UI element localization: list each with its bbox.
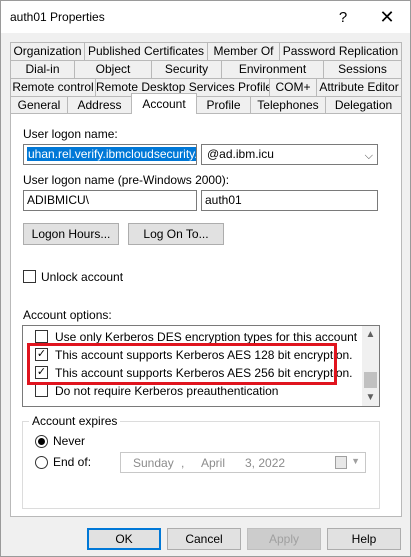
date-weekday: Sunday [133, 456, 174, 470]
option-des-checkbox[interactable] [35, 330, 48, 343]
pre2000-user-input[interactable]: auth01 [201, 190, 378, 211]
logon-name-value: uhan.rel.verify.ibmcloudsecurity.com [27, 147, 196, 161]
tab-security[interactable]: Security [151, 60, 222, 78]
unlock-account-checkbox[interactable] [23, 270, 36, 283]
chevron-down-icon[interactable]: ▼ [351, 456, 360, 466]
tab-sessions[interactable]: Sessions [323, 60, 402, 78]
pre2000-domain-input[interactable]: ADIBMICU\ [23, 190, 197, 211]
tab-attribute-editor[interactable]: Attribute Editor [316, 78, 402, 96]
ok-button[interactable]: OK [87, 528, 161, 550]
tab-member-of[interactable]: Member Of [207, 42, 280, 60]
option-aes256-label: This account supports Kerberos AES 256 b… [55, 366, 353, 380]
tab-com-plus[interactable]: COM+ [269, 78, 317, 96]
never-label: Never [53, 434, 86, 448]
tab-profile[interactable]: Profile [196, 96, 251, 114]
close-icon[interactable]: ✕ [365, 1, 409, 33]
tab-password-replication[interactable]: Password Replication [279, 42, 402, 60]
tab-telephones[interactable]: Telephones [250, 96, 326, 114]
end-of-label: End of: [53, 455, 92, 469]
account-expires-label: Account expires [29, 414, 121, 428]
properties-dialog: auth01 Properties ? ✕ Organization Publi… [0, 0, 411, 557]
domain-value: @ad.ibm.icu [207, 147, 274, 161]
tab-organization[interactable]: Organization [10, 42, 85, 60]
tab-dial-in[interactable]: Dial-in [10, 60, 75, 78]
help-icon[interactable]: ? [321, 1, 365, 33]
tab-object[interactable]: Object [74, 60, 152, 78]
window-title: auth01 Properties [10, 10, 105, 24]
chevron-down-icon: ⌵ [364, 150, 373, 162]
date-month: April [201, 456, 226, 470]
list-item[interactable]: Use only Kerberos DES encryption types f… [23, 328, 359, 346]
list-item[interactable]: ✓ This account supports Kerberos AES 256… [23, 364, 359, 382]
list-item[interactable]: Do not require Kerberos preauthenticatio… [23, 382, 359, 400]
tab-remote-control[interactable]: Remote control [10, 78, 96, 96]
logon-name-input[interactable]: uhan.rel.verify.ibmcloudsecurity.com [23, 144, 197, 165]
scroll-thumb[interactable] [364, 372, 377, 388]
options-scrollbar[interactable]: ▲ ▼ [362, 326, 379, 406]
chevron-up-icon[interactable]: ▲ [362, 326, 379, 343]
account-expires-group: Account expires Never End of: Sunday , A… [22, 414, 380, 509]
logon-hours-button[interactable]: Logon Hours... [23, 223, 119, 245]
option-preauth-label: Do not require Kerberos preauthenticatio… [55, 384, 279, 398]
end-of-date-picker[interactable]: Sunday , April 3, 2022 ▼ [120, 452, 366, 473]
logon-name-label: User logon name: [23, 127, 118, 141]
title-bar: auth01 Properties ? ✕ [1, 1, 410, 33]
option-preauth-checkbox[interactable] [35, 384, 48, 397]
option-aes128-label: This account supports Kerberos AES 128 b… [55, 348, 353, 362]
option-aes128-checkbox[interactable]: ✓ [35, 348, 48, 361]
unlock-account-label: Unlock account [41, 270, 124, 284]
domain-select[interactable]: @ad.ibm.icu ⌵ [201, 144, 378, 165]
cancel-button[interactable]: Cancel [167, 528, 241, 550]
list-item[interactable]: ✓ This account supports Kerberos AES 128… [23, 346, 359, 364]
tab-published-certificates[interactable]: Published Certificates [84, 42, 208, 60]
end-of-radio[interactable] [35, 456, 48, 469]
account-options-list[interactable]: Use only Kerberos DES encryption types f… [22, 325, 380, 407]
option-aes256-checkbox[interactable]: ✓ [35, 366, 48, 379]
log-on-to-button[interactable]: Log On To... [128, 223, 224, 245]
pre2000-label: User logon name (pre-Windows 2000): [23, 173, 230, 187]
apply-button[interactable]: Apply [247, 528, 321, 550]
account-options-label: Account options: [23, 308, 112, 322]
date-separator: , [181, 456, 185, 470]
never-radio[interactable] [35, 435, 48, 448]
tab-environment[interactable]: Environment [221, 60, 324, 78]
chevron-down-icon[interactable]: ▼ [362, 389, 379, 406]
tab-delegation[interactable]: Delegation [325, 96, 402, 114]
calendar-icon[interactable] [335, 456, 347, 469]
option-des-label: Use only Kerberos DES encryption types f… [55, 330, 358, 344]
help-button[interactable]: Help [327, 528, 401, 550]
tab-general[interactable]: General [10, 96, 68, 114]
date-day-year: 3, 2022 [245, 456, 286, 470]
tab-address[interactable]: Address [67, 96, 132, 114]
tab-account[interactable]: Account [131, 93, 197, 114]
